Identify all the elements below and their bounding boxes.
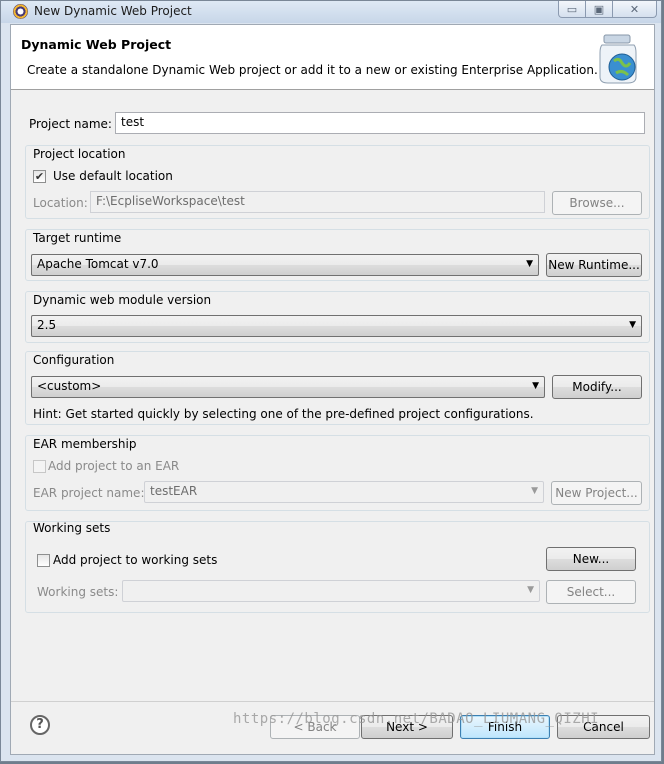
web-project-jar-icon: [599, 34, 637, 84]
help-icon[interactable]: ?: [30, 715, 50, 735]
footer-separator: [11, 701, 654, 702]
page-title: Dynamic Web Project: [21, 37, 172, 52]
working-sets-label: Working sets: [33, 521, 111, 535]
new-runtime-button[interactable]: New Runtime...: [546, 253, 642, 277]
dialog-client-area: Dynamic Web Project Create a standalone …: [10, 24, 655, 755]
target-runtime-select[interactable]: Apache Tomcat v7.0 ▼: [31, 254, 539, 276]
ear-membership-label: EAR membership: [33, 437, 137, 451]
chevron-down-icon: ▼: [527, 585, 534, 595]
browse-button[interactable]: Browse...: [552, 191, 642, 215]
module-version-value: 2.5: [37, 318, 57, 332]
title-bar[interactable]: New Dynamic Web Project ▭ ▣ ✕: [1, 1, 661, 23]
project-name-input[interactable]: test: [115, 112, 645, 134]
add-to-ear-checkbox[interactable]: [33, 460, 46, 473]
window-title: New Dynamic Web Project: [34, 4, 192, 18]
ear-project-name-value: testEAR: [150, 484, 198, 498]
minimize-button[interactable]: ▭: [558, 1, 586, 18]
new-ear-project-button[interactable]: New Project...: [551, 481, 642, 505]
page-description: Create a standalone Dynamic Web project …: [27, 63, 598, 77]
select-working-sets-button[interactable]: Select...: [546, 580, 636, 604]
new-working-set-button[interactable]: New...: [546, 547, 636, 571]
working-sets-field-label: Working sets:: [37, 585, 119, 599]
add-to-working-sets-label: Add project to working sets: [53, 553, 218, 567]
project-name-label: Project name:: [29, 117, 112, 131]
configuration-hint: Hint: Get started quickly by selecting o…: [33, 407, 534, 421]
dialog-window: New Dynamic Web Project ▭ ▣ ✕ Dynamic We…: [0, 0, 662, 762]
close-button[interactable]: ✕: [612, 1, 657, 18]
ear-project-name-select[interactable]: testEAR ▼: [144, 481, 544, 503]
target-runtime-value: Apache Tomcat v7.0: [37, 257, 159, 271]
chevron-down-icon: ▼: [526, 259, 533, 269]
configuration-label: Configuration: [33, 353, 115, 367]
watermark-text: https://blog.csdn.net/BADAO_LIUMANG_QIZH…: [233, 711, 600, 727]
close-icon: ✕: [629, 2, 640, 16]
maximize-icon: ▣: [593, 2, 605, 16]
location-input[interactable]: F:\EcpliseWorkspace\test: [90, 191, 545, 213]
configuration-select[interactable]: <custom> ▼: [31, 376, 545, 398]
configuration-value: <custom>: [37, 379, 102, 393]
module-version-label: Dynamic web module version: [33, 293, 212, 307]
working-sets-select[interactable]: ▼: [122, 580, 540, 602]
project-location-label: Project location: [33, 147, 126, 161]
use-default-location-checkbox[interactable]: ✔: [33, 170, 46, 183]
modify-button[interactable]: Modify...: [552, 375, 642, 399]
chevron-down-icon: ▼: [629, 320, 636, 330]
wizard-header: Dynamic Web Project Create a standalone …: [11, 25, 654, 90]
ear-project-name-label: EAR project name:: [33, 486, 145, 500]
use-default-location-label: Use default location: [53, 169, 173, 183]
chevron-down-icon: ▼: [531, 486, 538, 496]
add-to-ear-label: Add project to an EAR: [48, 459, 180, 473]
add-to-working-sets-checkbox[interactable]: [37, 554, 50, 567]
eclipse-icon: [13, 4, 28, 19]
chevron-down-icon: ▼: [532, 381, 539, 391]
maximize-button[interactable]: ▣: [585, 1, 613, 18]
checkmark-icon: ✔: [34, 170, 45, 183]
location-label: Location:: [33, 196, 88, 210]
target-runtime-label: Target runtime: [33, 231, 122, 245]
minimize-icon: ▭: [566, 2, 578, 16]
module-version-select[interactable]: 2.5 ▼: [31, 315, 642, 337]
